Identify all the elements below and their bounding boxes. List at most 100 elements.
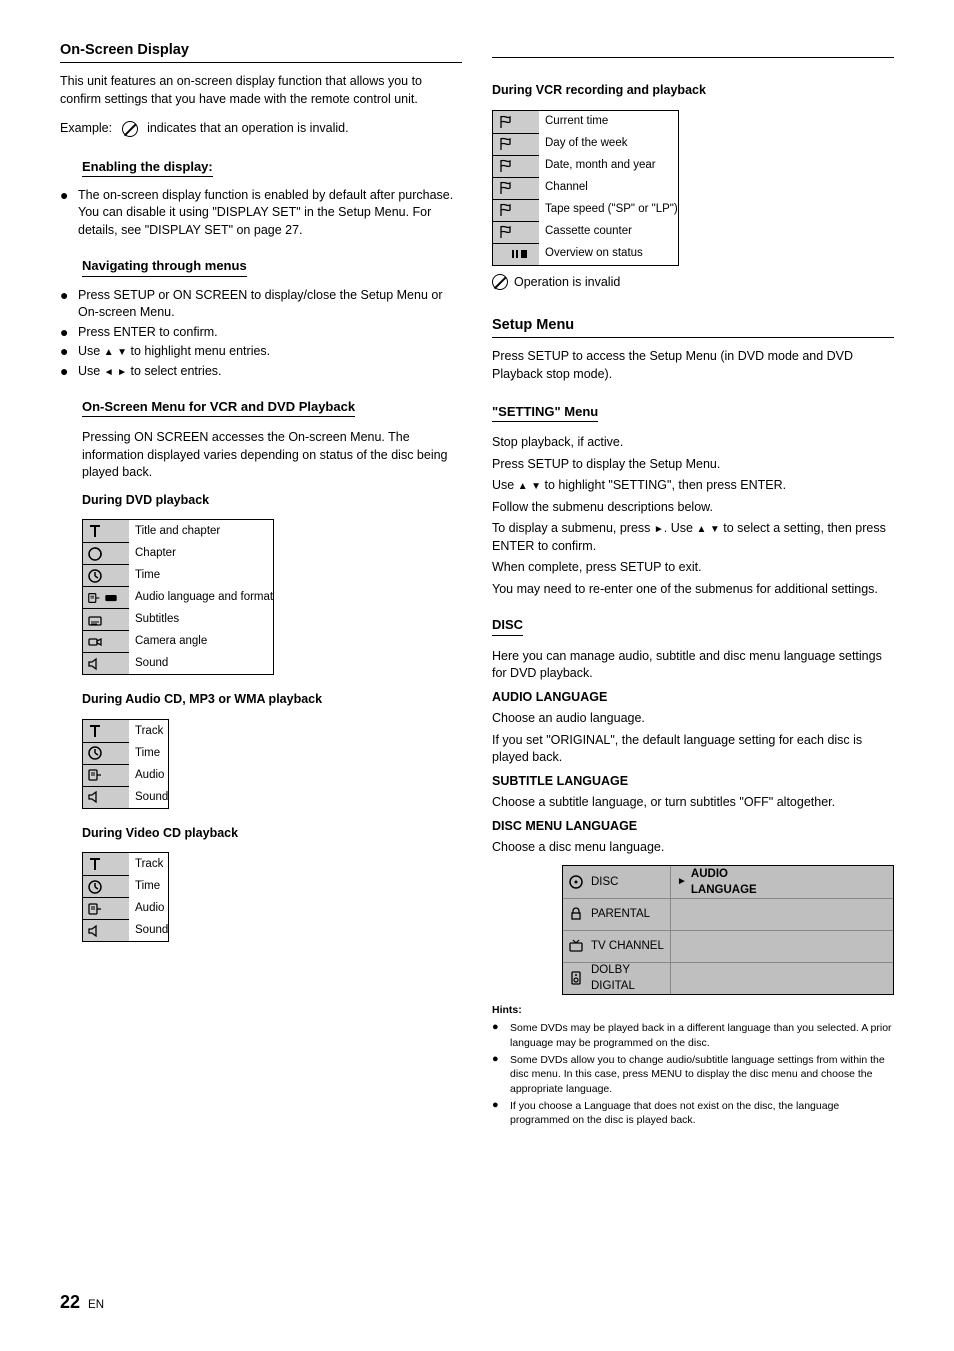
sound-icon: [87, 656, 103, 672]
setup-body: Press SETUP to access the Setup Menu (in…: [492, 348, 894, 383]
lock-icon: [568, 906, 584, 922]
osmenu-intro: Pressing ON SCREEN accesses the On-scree…: [82, 429, 462, 482]
vcr-osd-list: Current time Day of the week Date, month…: [492, 110, 679, 266]
angle-icon: [87, 634, 103, 650]
vcd-osd-list: Track Time Audio Sound: [82, 852, 169, 942]
status-icon: [508, 248, 528, 260]
setup-menu-table: DISC AUDIO LANGUAGE PARENTAL TV CHANNEL …: [562, 865, 894, 995]
setting-sub-title: "SETTING" Menu: [492, 403, 598, 422]
menu-row-0-label: DISC: [589, 866, 671, 898]
cd-item-2: Audio: [129, 764, 164, 786]
flag-icon: [497, 136, 513, 152]
menu-row-0-val: AUDIO LANGUAGE: [671, 866, 781, 898]
osd-intro-1: This unit features an on-screen display …: [60, 73, 462, 108]
dvd-item-2: Time: [129, 564, 160, 586]
dvd-item-1: Chapter: [129, 542, 176, 564]
format-icon: [104, 591, 118, 605]
menu-lang-h: DISC MENU LANGUAGE: [492, 818, 894, 836]
disc-intro: Here you can manage audio, subtitle and …: [492, 648, 894, 683]
menu-row-2-val: [671, 931, 781, 962]
vcr-item-6: Overview on status: [539, 243, 643, 265]
bullet-icon: ●: [492, 1054, 510, 1065]
vcr-item-0: Current time: [539, 111, 608, 133]
top-rule: [492, 40, 894, 58]
flag-icon: [497, 114, 513, 130]
vcr-item-3: Channel: [539, 177, 588, 199]
sub-enabling-body: The on-screen display function is enable…: [78, 187, 462, 240]
menu-row-3-val: [671, 963, 781, 994]
lang-icon: [87, 767, 103, 783]
prohibit-icon: [122, 121, 138, 137]
bullet-icon: ●: [60, 325, 78, 339]
clock-icon: [87, 879, 103, 895]
cd-playback-heading: During Audio CD, MP3 or WMA playback: [82, 691, 462, 709]
vcr-heading: During VCR recording and playback: [492, 82, 894, 100]
flag-icon: [497, 224, 513, 240]
bullet-icon: ●: [60, 288, 78, 302]
page-num-lang: EN: [88, 1299, 104, 1311]
vcr-item-4: Tape speed ("SP" or "LP"): [539, 199, 678, 221]
page-num-value: 22: [60, 1292, 80, 1312]
flag-icon: [497, 158, 513, 174]
example-label: Example:: [60, 121, 112, 135]
bullet-icon: ●: [60, 344, 78, 358]
sound-icon: [87, 923, 103, 939]
hint-2: If you choose a Language that does not e…: [510, 1099, 894, 1128]
title-icon: [87, 523, 103, 539]
chapter-icon: [87, 546, 103, 562]
nav-item-1: Press ENTER to confirm.: [78, 324, 462, 342]
menu-lang-b: Choose a disc menu language.: [492, 839, 894, 857]
menu-row-1-label: PARENTAL: [589, 899, 671, 930]
sub-osmenu-title: On-Screen Menu for VCR and DVD Playback: [82, 398, 355, 417]
vcd-item-0: Track: [129, 853, 163, 875]
vcr-item-2: Date, month and year: [539, 155, 656, 177]
setup-step-4: To display a submenu, press . Use to sel…: [492, 520, 894, 555]
menu-row-3-label: DOLBY DIGITAL: [589, 963, 671, 994]
dvd-osd-list: Title and chapter Chapter Time Audio lan…: [82, 519, 274, 675]
dvd-playback-heading: During DVD playback: [82, 492, 462, 510]
left-arrow-icon: [104, 364, 114, 378]
right-arrow-icon: [654, 521, 664, 535]
dvd-item-5: Camera angle: [129, 630, 207, 652]
clock-icon: [87, 745, 103, 761]
speaker-icon: [568, 970, 584, 986]
cd-item-3: Sound: [129, 786, 168, 808]
setup-menu-title: Setup Menu: [492, 315, 894, 338]
dvd-item-0: Title and chapter: [129, 520, 220, 542]
vcd-playback-heading: During Video CD playback: [82, 825, 462, 843]
bullet-icon: ●: [492, 1022, 510, 1033]
cd-item-0: Track: [129, 720, 163, 742]
clock-icon: [87, 568, 103, 584]
bullet-icon: ●: [492, 1100, 510, 1111]
menu-row-1-val: [671, 899, 781, 930]
audio-lang-h: AUDIO LANGUAGE: [492, 689, 894, 707]
disc-subtitle: DISC: [492, 616, 523, 635]
down-arrow-icon: [531, 478, 541, 492]
disc-icon: [568, 874, 584, 890]
hint-1: Some DVDs allow you to change audio/subt…: [510, 1053, 894, 1097]
prohibit-icon: [492, 274, 508, 290]
up-arrow-icon: [518, 478, 528, 492]
up-arrow-icon: [696, 521, 706, 535]
bullet-icon: ●: [60, 364, 78, 378]
down-arrow-icon: [710, 521, 720, 535]
flag-icon: [497, 180, 513, 196]
play-arrow-icon: [677, 875, 687, 889]
vcr-item-1: Day of the week: [539, 133, 627, 155]
flag-icon: [497, 202, 513, 218]
dvd-item-6: Sound: [129, 652, 168, 674]
dvd-item-3: Audio language and format: [129, 586, 273, 608]
subtitle-icon: [87, 612, 103, 628]
setup-step-2: Use to highlight "SETTING", then press E…: [492, 477, 894, 495]
setup-step-1: Press SETUP to display the Setup Menu.: [492, 456, 894, 474]
sub-enabling-title: Enabling the display:: [82, 158, 213, 177]
cd-item-1: Time: [129, 742, 160, 764]
audio-lang-b1: Choose an audio language.: [492, 710, 894, 728]
vcr-item-7: Operation is invalid: [514, 274, 620, 292]
hint-0: Some DVDs may be played back in a differ…: [510, 1021, 894, 1050]
nav-item-3: Use to select entries.: [78, 363, 462, 381]
dvd-item-4: Subtitles: [129, 608, 179, 630]
vcr-item-5: Cassette counter: [539, 221, 632, 243]
title-icon: [87, 723, 103, 739]
menu-row-2-label: TV CHANNEL: [589, 931, 671, 962]
